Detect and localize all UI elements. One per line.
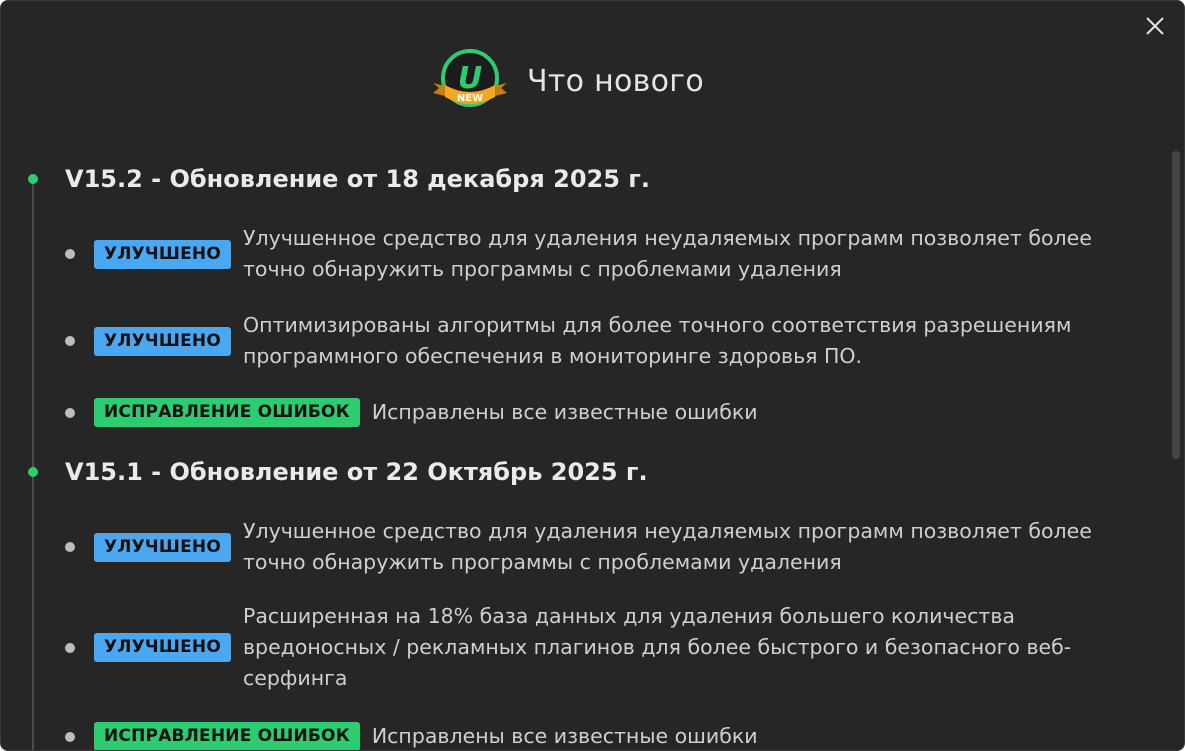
changelog-item: УЛУЧШЕНО Расширенная на 18% база данных … (65, 601, 1093, 694)
item-bullet (65, 642, 75, 653)
item-bullet (65, 542, 75, 552)
item-bullet (65, 407, 75, 418)
changelog-item: ИСПРАВЛЕНИЕ ОШИБОК Исправлены все извест… (65, 397, 1166, 428)
improved-badge: УЛУЧШЕНО (94, 239, 231, 269)
version-marker (28, 174, 38, 184)
item-description: Исправлены все известные ошибки (371, 400, 758, 424)
version-title: V15.1 - Обновление от 22 Октябрь 2025 г. (65, 458, 648, 486)
item-bullet (65, 731, 75, 742)
version-marker (28, 467, 38, 477)
changelog-item: УЛУЧШЕНО Улучшенное средство для удалени… (65, 516, 1093, 578)
version-title: V15.2 - Обновление от 18 декабря 2025 г. (65, 165, 650, 193)
improved-badge: УЛУЧШЕНО (94, 326, 231, 356)
bugfix-badge: ИСПРАВЛЕНИЕ ОШИБОК (94, 398, 360, 427)
item-description: Исправлены все известные ошибки (371, 724, 758, 748)
item-description: Оптимизированы алгоритмы для более точно… (242, 313, 1072, 368)
improved-badge: УЛУЧШЕНО (94, 633, 231, 662)
changelog-item: УЛУЧШЕНО Оптимизированы алгоритмы для бо… (65, 310, 1093, 372)
bugfix-badge: ИСПРАВЛЕНИЕ ОШИБОК (94, 722, 360, 750)
whats-new-dialog: U NEW Что нового V15.2 - Обновление от 1… (0, 0, 1185, 751)
scrollbar-thumb[interactable] (1172, 151, 1180, 459)
changelog-list[interactable]: V15.2 - Обновление от 18 декабря 2025 г.… (1, 1, 1166, 750)
timeline-line (32, 179, 34, 750)
changelog-item: УЛУЧШЕНО Улучшенное средство для удалени… (65, 223, 1093, 285)
improved-badge: УЛУЧШЕНО (94, 532, 231, 562)
item-bullet (65, 336, 75, 346)
item-description: Улучшенное средство для удаления неудаля… (242, 519, 1092, 574)
item-description: Расширенная на 18% база данных для удале… (242, 604, 1072, 690)
changelog-item: ИСПРАВЛЕНИЕ ОШИБОК Исправлены все извест… (65, 721, 1166, 750)
item-bullet (65, 249, 75, 259)
item-description: Улучшенное средство для удаления неудаля… (242, 226, 1092, 281)
